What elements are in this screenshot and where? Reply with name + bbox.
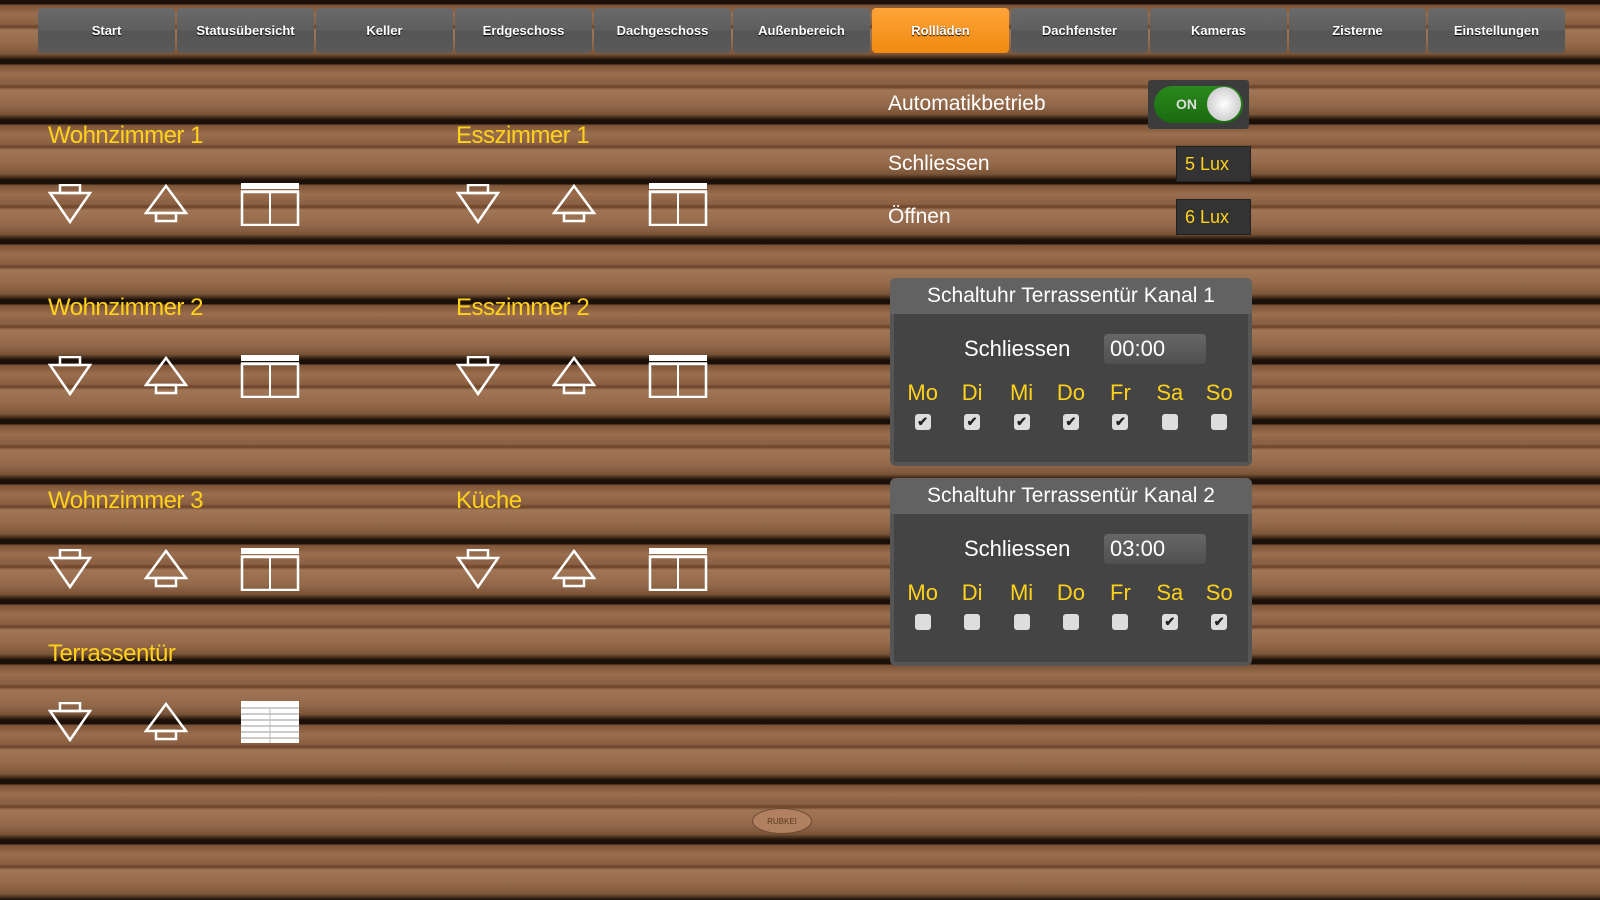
room-title: Wohnzimmer 3 [48,487,203,514]
brand-logo: RUBKEI [752,808,812,834]
shutter-up-icon[interactable] [144,184,188,224]
tab-9[interactable]: Zisterne [1289,8,1426,53]
room-title: Esszimmer 2 [456,294,590,321]
day-checkbox[interactable]: ✔ [914,414,931,430]
room-1: Esszimmer 1 [456,122,756,226]
day-label: Di [961,380,983,405]
shutter-down-icon[interactable] [48,549,92,589]
day-checkbox[interactable] [1013,614,1030,630]
time-input[interactable]: 03:00 [1104,534,1206,564]
tab-0[interactable]: Start [38,8,175,53]
tab-3[interactable]: Erdgeschoss [455,8,592,53]
window-icon[interactable] [240,547,300,591]
day-label: Sa [1156,580,1184,605]
timer-panel-2: Schaltuhr Terrassentür Kanal 2 Schliesse… [890,478,1252,666]
timer-title: Schaltuhr Terrassentür Kanal 1 [890,278,1252,314]
automatik-label: Automatikbetrieb [888,92,1046,115]
day-checkbox[interactable] [914,614,931,630]
room-title: Esszimmer 1 [456,122,590,149]
open-lux-value[interactable]: 6 Lux [1176,199,1251,235]
room-title: Terrassentür [48,640,176,667]
window-icon[interactable] [240,182,300,226]
timer-label: Schliessen [964,536,1071,561]
day-checkbox[interactable]: ✔ [1112,414,1129,430]
room-6: Terrassentür [48,640,348,744]
day-checkbox[interactable] [1112,614,1129,630]
day-label: Di [961,580,983,605]
day-label: So [1205,380,1233,405]
room-3: Esszimmer 2 [456,294,756,398]
shutter-up-icon[interactable] [552,184,596,224]
shutter-up-icon[interactable] [552,549,596,589]
shutter-up-icon[interactable] [144,702,188,742]
day-checkbox[interactable] [1211,414,1228,430]
day-label: Fr [1110,580,1131,605]
shutter-down-icon[interactable] [456,356,500,396]
day-checkbox[interactable]: ✔ [1161,614,1178,630]
shutter-down-icon[interactable] [456,549,500,589]
time-input[interactable]: 00:00 [1104,334,1206,364]
tab-6[interactable]: Rollläden [872,8,1009,53]
day-checkbox[interactable] [1161,414,1178,430]
day-label: So [1205,580,1233,605]
main-nav: Start Statusübersicht Keller Erdgeschoss Dac… [38,8,1565,53]
room-2: Wohnzimmer 2 [48,294,348,398]
shutter-down-icon[interactable] [48,356,92,396]
window-icon[interactable] [648,354,708,398]
room-title: Küche [456,487,522,514]
tab-4[interactable]: Dachgeschoss [594,8,731,53]
automatik-toggle[interactable]: ON [1148,80,1249,129]
tab-10[interactable]: Einstellungen [1428,8,1565,53]
day-checkbox[interactable] [964,614,981,630]
room-0: Wohnzimmer 1 [48,122,348,226]
room-4: Wohnzimmer 3 [48,487,348,591]
tab-2[interactable]: Keller [316,8,453,53]
shutter-down-icon[interactable] [456,184,500,224]
timer-title: Schaltuhr Terrassentür Kanal 2 [890,478,1252,514]
shutter-up-icon[interactable] [144,549,188,589]
shutter-closed-icon[interactable] [240,700,300,744]
room-title: Wohnzimmer 2 [48,294,203,321]
timer-panel-1: Schaltuhr Terrassentür Kanal 1 Schliesse… [890,278,1252,466]
shutter-down-icon[interactable] [48,702,92,742]
day-label: Mi [1009,580,1034,605]
day-label: Do [1056,380,1086,405]
shutter-up-icon[interactable] [144,356,188,396]
day-checkbox[interactable]: ✔ [1211,614,1228,630]
tab-5[interactable]: Außenbereich [733,8,870,53]
shutter-down-icon[interactable] [48,184,92,224]
day-checkbox[interactable]: ✔ [964,414,981,430]
open-lux-label: Öffnen [888,205,951,228]
day-label: Mi [1009,380,1034,405]
toggle-state: ON [1176,96,1197,112]
shutter-up-icon[interactable] [552,356,596,396]
window-icon[interactable] [240,354,300,398]
day-label: Do [1056,580,1086,605]
timer-label: Schliessen [964,336,1071,361]
room-title: Wohnzimmer 1 [48,122,203,149]
close-lux-value[interactable]: 5 Lux [1176,146,1251,182]
tab-8[interactable]: Kameras [1150,8,1287,53]
window-icon[interactable] [648,182,708,226]
day-checkbox[interactable]: ✔ [1013,414,1030,430]
day-checkbox[interactable]: ✔ [1062,414,1079,430]
tab-1[interactable]: Statusübersicht [177,8,314,53]
day-label: Sa [1156,380,1184,405]
window-icon[interactable] [648,547,708,591]
tab-7[interactable]: Dachfenster [1011,8,1148,53]
day-checkbox[interactable] [1062,614,1079,630]
day-label: Fr [1110,380,1131,405]
toggle-knob[interactable] [1207,87,1241,121]
close-lux-label: Schliessen [888,152,990,175]
day-label: Mo [907,380,938,405]
room-5: Küche [456,487,756,591]
day-label: Mo [907,580,938,605]
